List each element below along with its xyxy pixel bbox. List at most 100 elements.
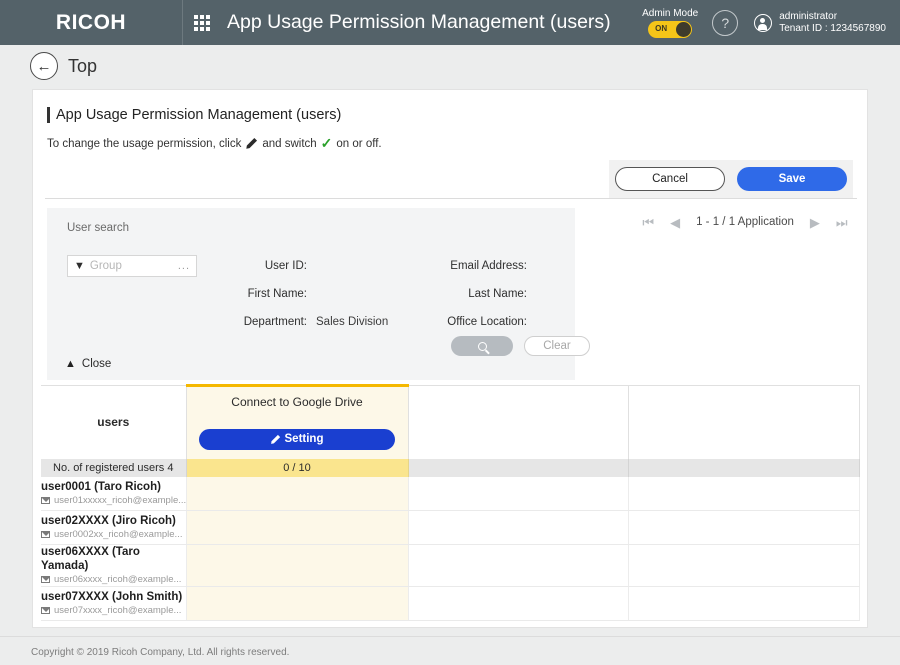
user-name: user06XXXX (Taro Yamada) xyxy=(41,546,140,572)
content-title: App Usage Permission Management (users) xyxy=(56,107,342,123)
empty-cell-2 xyxy=(628,544,860,587)
app-column-name: Connect to Google Drive xyxy=(231,395,363,409)
group-filter-placeholder: Group xyxy=(89,260,122,272)
envelope-icon xyxy=(41,496,50,504)
empty-cell-2 xyxy=(628,586,860,621)
envelope-icon xyxy=(41,531,50,538)
user-email-text: user0002xx_ricoh@example... xyxy=(54,529,183,540)
magnifier-icon xyxy=(477,341,487,351)
pagination-label: 1 - 1 / 1 Application xyxy=(696,216,794,228)
search-button[interactable] xyxy=(451,336,513,356)
department-value[interactable]: Sales Division xyxy=(307,316,417,328)
permission-table: users Connect to Google Drive Setting No… xyxy=(41,384,860,621)
user-search-heading: User search xyxy=(67,222,129,234)
admin-mode-label: Admin Mode xyxy=(642,7,699,19)
setting-button[interactable]: Setting xyxy=(198,428,395,450)
collapse-search-toggle[interactable]: ▲ Close xyxy=(65,358,111,370)
user-cell: user06XXXX (Taro Yamada) user06xxxx_rico… xyxy=(41,544,187,587)
user-cell: user02XXXX (Jiro Ricoh) user0002xx_ricoh… xyxy=(41,510,187,545)
admin-mode-control[interactable]: Admin Mode ON xyxy=(642,8,698,38)
chevron-up-icon: ▲ xyxy=(65,358,76,370)
table-row[interactable]: user02XXXX (Jiro Ricoh) user0002xx_ricoh… xyxy=(41,510,860,545)
admin-mode-toggle[interactable]: ON xyxy=(648,20,693,38)
apps-grid-icon[interactable] xyxy=(183,0,221,45)
save-button[interactable]: Save xyxy=(737,167,847,191)
group-filter-input[interactable]: ▼ Group ... xyxy=(67,255,197,277)
office-location-label: Office Location: xyxy=(447,316,527,328)
first-page-button[interactable]: ⏮ xyxy=(642,216,654,229)
table-row[interactable]: user0001 (Taro Ricoh) user01xxxxx_ricoh@… xyxy=(41,476,860,511)
instruction-text: To change the usage permission, click an… xyxy=(47,135,867,152)
toggle-knob xyxy=(676,21,692,37)
instruction-prefix: To change the usage permission, click xyxy=(47,137,242,150)
clear-button[interactable]: Clear xyxy=(524,336,590,356)
user-name: user02XXXX (Jiro Ricoh) xyxy=(41,515,176,527)
title-accent-bar xyxy=(47,107,50,123)
next-page-button[interactable]: ▶ xyxy=(810,216,820,229)
instruction-middle: and switch xyxy=(262,137,317,150)
setting-button-label: Setting xyxy=(284,433,324,445)
empty-cell-1 xyxy=(408,586,629,621)
help-icon[interactable]: ? xyxy=(712,9,739,36)
user-email-text: user07xxxx_ricoh@example... xyxy=(54,605,182,616)
avatar-icon xyxy=(754,13,773,32)
content-title-row: App Usage Permission Management (users) xyxy=(47,107,867,123)
email-address-label: Email Address: xyxy=(450,260,527,272)
footer-divider xyxy=(0,636,900,637)
first-name-label: First Name: xyxy=(247,288,307,300)
user-id-label: User ID: xyxy=(264,260,307,272)
pencil-icon xyxy=(246,137,258,149)
action-button-bar: Cancel Save xyxy=(609,160,853,198)
instruction-suffix: on or off. xyxy=(336,137,382,150)
table-row[interactable]: user07XXXX (John Smith) user07xxxx_ricoh… xyxy=(41,586,860,621)
count-empty-1 xyxy=(408,458,629,477)
app-permission-cell[interactable] xyxy=(186,544,409,587)
empty-cell-1 xyxy=(408,510,629,545)
empty-cell-2 xyxy=(628,510,860,545)
back-arrow-icon: ← xyxy=(36,57,52,75)
table-row[interactable]: user06XXXX (Taro Yamada) user06xxxx_rico… xyxy=(41,544,860,587)
count-row: No. of registered users 4 0 / 10 xyxy=(41,458,860,477)
registered-users-count: No. of registered users 4 xyxy=(41,458,187,477)
department-label: Department: xyxy=(243,316,307,328)
tenant-id: Tenant ID : 1234567890 xyxy=(779,22,886,34)
empty-column-header-2 xyxy=(628,385,860,459)
user-search-panel: User search ▼ Group ... User ID: Email A… xyxy=(47,208,590,380)
empty-cell-2 xyxy=(628,476,860,511)
last-page-button[interactable]: ⏭ xyxy=(836,216,848,229)
group-filter-more[interactable]: ... xyxy=(178,260,190,272)
user-cell: user07XXXX (John Smith) user07xxxx_ricoh… xyxy=(41,586,187,621)
users-column-header: users xyxy=(41,385,187,459)
search-field-row: User ID: Email Address: xyxy=(197,252,567,280)
last-name-label: Last Name: xyxy=(468,288,527,300)
count-empty-2 xyxy=(628,458,860,477)
empty-column-header-1 xyxy=(408,385,629,459)
back-button[interactable]: ← xyxy=(30,52,58,80)
user-name: user0001 (Taro Ricoh) xyxy=(41,480,161,493)
section-divider xyxy=(45,198,857,199)
page-title: App Usage Permission Management (users) xyxy=(227,11,611,33)
app-permission-cell[interactable] xyxy=(186,476,409,511)
user-account-menu[interactable]: administrator Tenant ID : 1234567890 xyxy=(754,11,886,35)
search-field-row: First Name: Last Name: xyxy=(197,280,567,308)
user-email: user0002xx_ricoh@example... xyxy=(41,528,186,541)
account-name: administrator xyxy=(779,10,838,22)
pencil-icon xyxy=(270,434,280,444)
filter-funnel-icon: ▼ xyxy=(74,260,85,272)
user-name: user07XXXX (John Smith) xyxy=(41,591,183,603)
breadcrumb-label[interactable]: Top xyxy=(68,56,97,77)
topbar-right-cluster: Admin Mode ON ? administrator Tenant ID … xyxy=(642,0,900,45)
cancel-button[interactable]: Cancel xyxy=(615,167,725,191)
user-email: user01xxxxx_ricoh@example... xyxy=(41,494,186,507)
prev-page-button[interactable]: ◀ xyxy=(670,216,680,229)
app-permission-cell[interactable] xyxy=(186,586,409,621)
envelope-icon xyxy=(41,607,50,614)
app-column-header: Connect to Google Drive Setting xyxy=(186,384,409,459)
user-email: user07xxxx_ricoh@example... xyxy=(41,604,186,617)
green-check-icon: ✓ xyxy=(320,135,333,151)
top-app-bar: RICOH App Usage Permission Management (u… xyxy=(0,0,900,45)
app-permission-cell[interactable] xyxy=(186,510,409,545)
app-license-count: 0 / 10 xyxy=(186,458,409,477)
user-cell: user0001 (Taro Ricoh) user01xxxxx_ricoh@… xyxy=(41,476,187,511)
user-email: user06xxxx_ricoh@example... xyxy=(41,573,186,586)
